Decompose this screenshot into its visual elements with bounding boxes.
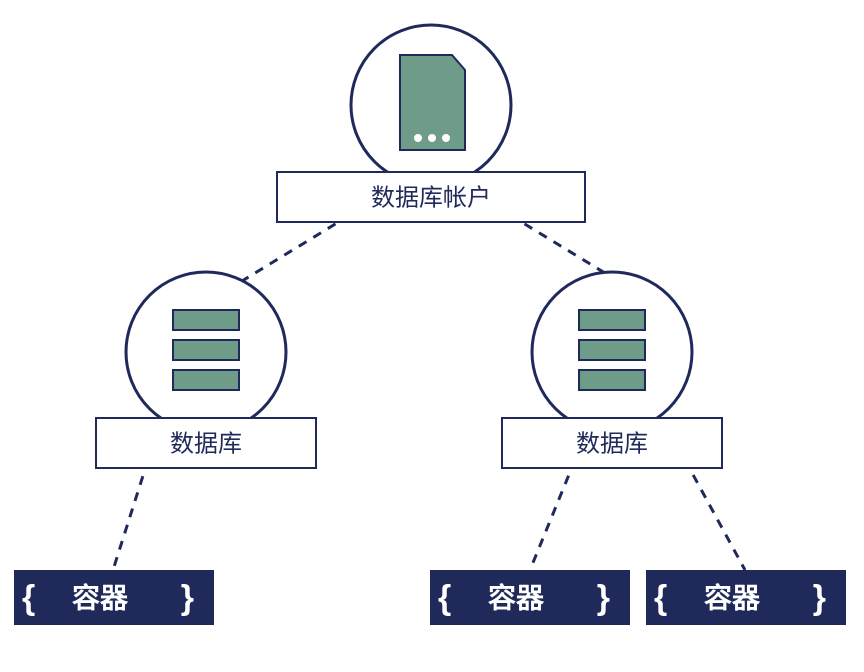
container-label: 容器 (488, 581, 545, 613)
database-icon-bar (579, 370, 645, 390)
database-icon-bar (173, 310, 239, 330)
file-dot (442, 134, 450, 142)
container-label: 容器 (72, 581, 129, 613)
node-database-right: 数据库 (502, 272, 722, 468)
connector-db1-to-c1 (113, 460, 148, 570)
node-container-1: { 容器 } (14, 570, 214, 625)
node-database-left: 数据库 (96, 272, 316, 468)
brace-open: { (438, 579, 451, 617)
node-container-2: { 容器 } (430, 570, 630, 625)
node-label: 数据库帐户 (371, 184, 491, 211)
database-icon-bar (579, 310, 645, 330)
brace-close: } (813, 579, 826, 617)
brace-close: } (597, 579, 610, 617)
database-icon-bar (173, 370, 239, 390)
node-database-account: 数据库帐户 (277, 25, 585, 222)
file-dot (414, 134, 422, 142)
brace-open: { (22, 579, 35, 617)
container-label: 容器 (704, 581, 761, 613)
database-icon-bar (173, 340, 239, 360)
brace-close: } (181, 579, 194, 617)
brace-open: { (654, 579, 667, 617)
node-label: 数据库 (576, 430, 648, 457)
connector-db2-to-c2 (530, 460, 575, 570)
node-label: 数据库 (170, 430, 242, 457)
hierarchy-diagram: 数据库帐户 数据库 数据库 { 容器 } { 容器 } { 容器 } (0, 0, 864, 672)
file-dot (428, 134, 436, 142)
database-icon-bar (579, 340, 645, 360)
node-container-3: { 容器 } (646, 570, 846, 625)
connector-db2-to-c3 (685, 460, 745, 570)
